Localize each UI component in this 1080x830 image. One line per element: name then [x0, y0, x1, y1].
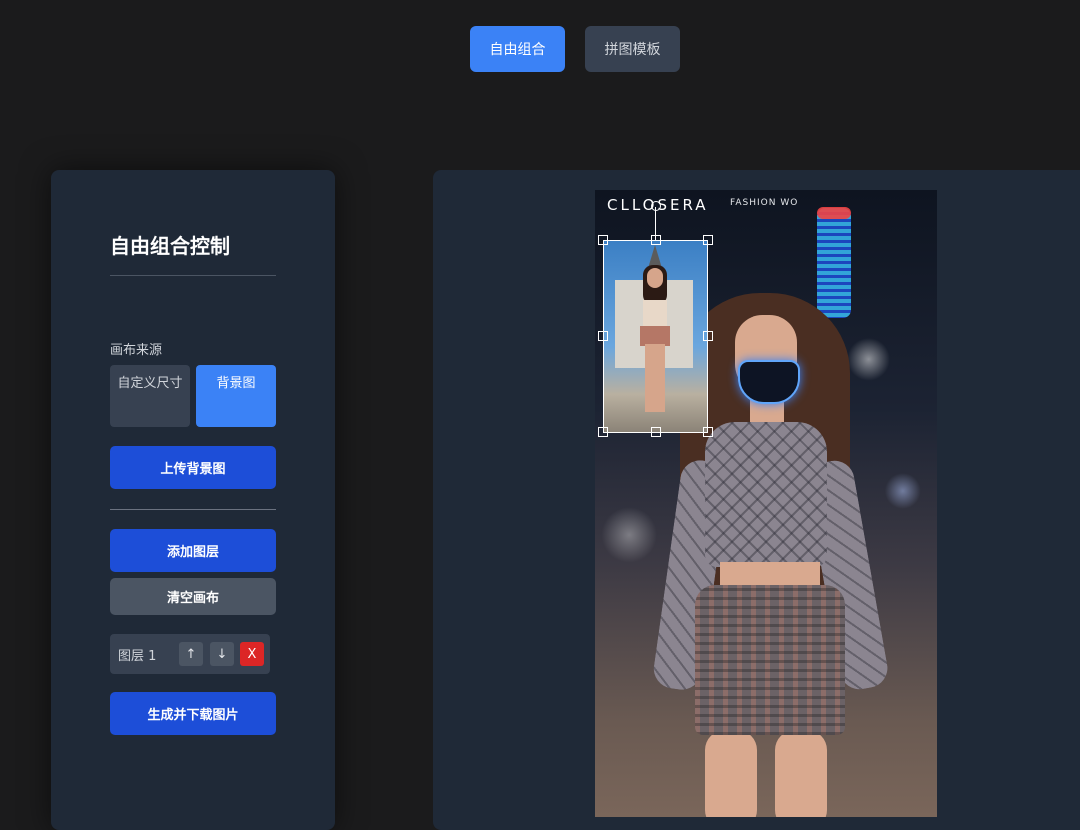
neon-sign: [817, 208, 851, 318]
layer-image[interactable]: [603, 240, 708, 433]
layer-row[interactable]: 图层 1 ↑ ↓ X: [110, 634, 270, 674]
canvas-background-image[interactable]: CLLOSERA FASHION WO: [595, 190, 937, 817]
resize-handle-bottom-right[interactable]: [703, 427, 713, 437]
mode-tabs: 自由组合 拼图模板: [0, 26, 1080, 72]
model-top: [705, 422, 827, 567]
layer-model-face: [647, 268, 663, 288]
resize-handle-top-right[interactable]: [703, 235, 713, 245]
layer-model-legs: [645, 344, 665, 412]
model-leg: [705, 730, 757, 817]
model-leg: [775, 730, 827, 817]
layer-name: 图层 1: [118, 649, 157, 664]
panel-title: 自由组合控制: [110, 234, 230, 258]
divider: [110, 509, 276, 510]
layer-model-skirt: [640, 326, 670, 346]
source-background-button[interactable]: 背景图: [196, 365, 276, 427]
clear-canvas-button[interactable]: 清空画布: [110, 578, 276, 615]
canvas-panel: CLLOSERA FASHION WO: [433, 170, 1080, 830]
upload-background-button[interactable]: 上传背景图: [110, 446, 276, 489]
neon-sign-top: [817, 207, 851, 219]
move-layer-down-button[interactable]: ↓: [210, 642, 234, 666]
resize-handle-left[interactable]: [598, 331, 608, 341]
move-layer-up-button[interactable]: ↑: [179, 642, 203, 666]
divider: [110, 275, 276, 276]
resize-handle-top-left[interactable]: [598, 235, 608, 245]
resize-handle-top[interactable]: [651, 235, 661, 245]
rotate-handle[interactable]: [651, 201, 661, 211]
tab-puzzle-template[interactable]: 拼图模板: [585, 26, 680, 72]
brand-subtext: FASHION WO: [730, 198, 799, 208]
neon-mask: [738, 360, 800, 404]
resize-handle-bottom[interactable]: [651, 427, 661, 437]
control-panel: 自由组合控制 画布来源 自定义尺寸 背景图 上传背景图 添加图层 清空画布 图层…: [51, 170, 335, 830]
layer-model-top: [643, 300, 667, 328]
source-custom-size-button[interactable]: 自定义尺寸: [110, 365, 190, 427]
model-skirt: [695, 585, 845, 735]
generate-download-button[interactable]: 生成并下载图片: [110, 692, 276, 735]
resize-handle-right[interactable]: [703, 331, 713, 341]
tab-free-combination[interactable]: 自由组合: [470, 26, 565, 72]
canvas-source-label: 画布来源: [110, 343, 163, 358]
add-layer-button[interactable]: 添加图层: [110, 529, 276, 572]
resize-handle-bottom-left[interactable]: [598, 427, 608, 437]
delete-layer-button[interactable]: X: [240, 642, 264, 666]
